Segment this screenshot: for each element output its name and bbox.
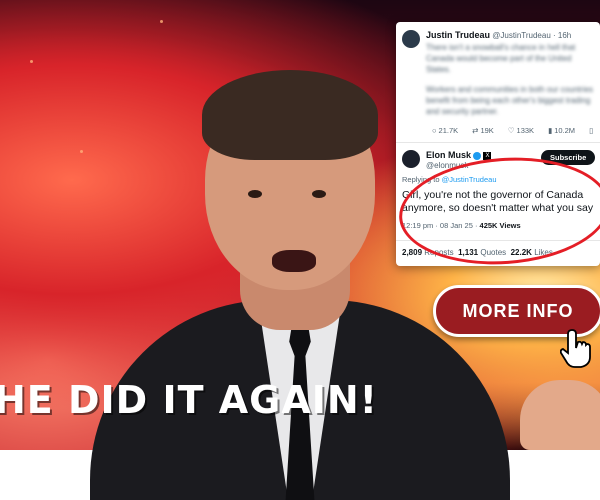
raised-hand: [520, 380, 600, 450]
ember: [160, 20, 163, 23]
reply-metric[interactable]: ○ 21.7K: [432, 126, 458, 135]
views-metric[interactable]: ▮ 10.2M: [548, 126, 575, 135]
eye: [312, 190, 326, 198]
eye: [248, 190, 262, 198]
tweet-body-2: Workers and communities in both our coun…: [426, 85, 594, 116]
headline: HE DID IT AGAIN!: [0, 378, 379, 422]
tweet-author: Justin Trudeau: [426, 30, 491, 40]
mouth: [272, 250, 316, 272]
reply-icon: ○: [432, 126, 437, 135]
hand-cursor-icon: [560, 329, 591, 368]
ember: [30, 60, 33, 63]
repost-metric[interactable]: ⇄ 19K: [472, 126, 494, 135]
tweet-metrics: ○ 21.7K ⇄ 19K ♡ 133K ▮ 10.2M ▯: [432, 126, 593, 135]
tweet-handle: @JustinTrudeau · 16h: [492, 31, 572, 40]
trudeau-avatar: [402, 30, 420, 48]
musk-avatar: [402, 150, 420, 168]
verified-icon: [473, 151, 482, 160]
ember: [80, 150, 83, 153]
views-icon: ▮: [548, 126, 553, 135]
reply-author: Elon Musk: [426, 150, 472, 160]
hair: [202, 70, 378, 160]
like-metric[interactable]: ♡ 133K: [508, 126, 534, 135]
tweet-body-1: There isn't a snowball's chance in hell …: [426, 43, 576, 74]
repost-icon: ⇄: [472, 126, 479, 135]
bookmark-icon[interactable]: ▯: [589, 126, 593, 135]
divider: [396, 142, 600, 143]
like-icon: ♡: [507, 126, 515, 135]
